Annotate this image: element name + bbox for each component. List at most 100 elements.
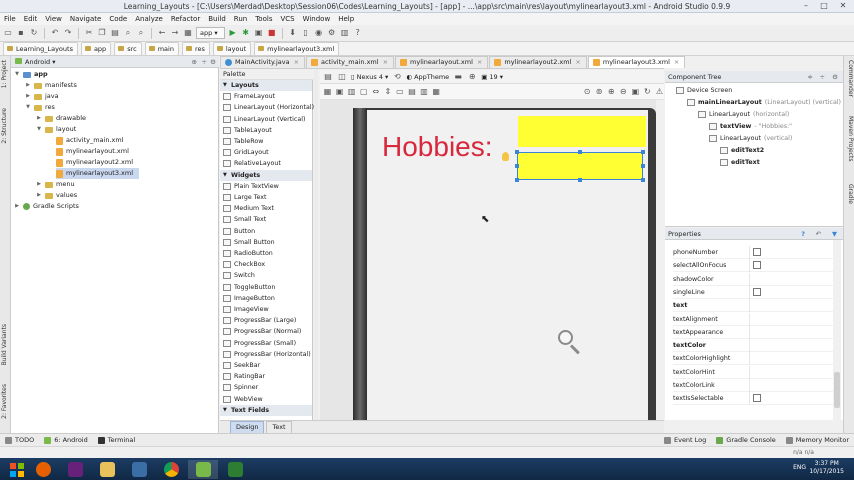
palette-item[interactable]: Small Text <box>223 214 266 225</box>
tree-item-values[interactable]: ▶ values <box>36 190 77 201</box>
close-button[interactable]: ✕ <box>835 1 851 12</box>
tree-item-mylinearlayout[interactable]: mylinearlayout.xml <box>56 146 129 157</box>
tab-design[interactable]: Design <box>230 420 265 434</box>
redo-icon[interactable]: ↷ <box>63 28 73 38</box>
system-clock[interactable]: 3:37 PM 10/17/2015 <box>809 460 844 476</box>
layout-toggle-icon[interactable]: ▦ <box>323 87 332 97</box>
zoom-actual-icon[interactable]: ⊚ <box>595 87 604 97</box>
close-tab-icon[interactable]: × <box>674 58 679 66</box>
palette-item[interactable]: TableRow <box>223 136 263 147</box>
taskbar-visual-studio[interactable] <box>60 460 90 479</box>
breadcrumb-item[interactable]: layout <box>212 41 252 56</box>
fill-width-icon[interactable]: ⇔ <box>371 87 380 97</box>
palette-item[interactable]: Large Text <box>223 192 266 203</box>
resize-handle[interactable] <box>578 178 582 182</box>
resize-handle[interactable] <box>515 178 519 182</box>
close-tab-icon[interactable]: × <box>575 58 580 66</box>
palette-category[interactable]: ▼ Widgets <box>220 169 312 181</box>
property-row[interactable]: textColor <box>673 339 833 353</box>
canvas-scrollbar[interactable] <box>656 100 664 420</box>
palette-item[interactable]: ImageView <box>223 304 269 315</box>
tree-item-res[interactable]: ▼ res <box>25 102 55 113</box>
property-row[interactable]: phoneNumber <box>673 246 833 259</box>
fill-height-icon[interactable]: ⇕ <box>383 87 392 97</box>
menu-build[interactable]: Build <box>204 13 230 25</box>
palette-item[interactable]: TableLayout <box>223 125 272 136</box>
tree-item-gradle-scripts[interactable]: ▶ Gradle Scripts <box>14 201 79 212</box>
structure-icon[interactable]: ▥ <box>340 28 350 38</box>
zoom-fit-icon[interactable]: ⊙ <box>583 87 592 97</box>
filter-icon[interactable]: ▼ <box>832 228 837 240</box>
tab-gradle[interactable]: Gradle <box>845 184 854 204</box>
taskbar-android-studio[interactable] <box>188 460 218 479</box>
tab-build-variants[interactable]: Build Variants <box>1 324 10 365</box>
palette-item[interactable]: ProgressBar (Normal) <box>223 326 301 337</box>
property-row[interactable]: textIsSelectable <box>673 392 833 406</box>
refresh-icon[interactable]: ↻ <box>643 87 652 97</box>
expand-arrow-icon[interactable]: ▶ <box>36 190 42 201</box>
menu-window[interactable]: Window <box>299 13 335 25</box>
menu-vcs[interactable]: VCS <box>276 13 298 25</box>
tab-favorites[interactable]: 2: Favorites <box>1 384 10 419</box>
device-select[interactable]: ▯ Nexus 4 ▾ <box>351 73 388 81</box>
tree-item-mylinearlayout3[interactable]: mylinearlayout3.xml <box>56 168 140 179</box>
align-icon[interactable]: ▥ <box>347 87 356 97</box>
menu-tools[interactable]: Tools <box>251 13 276 25</box>
breadcrumb-item[interactable]: src <box>114 41 142 56</box>
debug-icon[interactable]: ✱ <box>241 28 251 38</box>
component-tree-node[interactable]: Device Screen <box>676 85 735 96</box>
palette-item[interactable]: LinearLayout (Horizontal) <box>223 102 314 113</box>
menu-help[interactable]: Help <box>334 13 358 25</box>
sync-project-icon[interactable]: ⊕ <box>192 56 197 68</box>
property-row[interactable]: selectAllOnFocus <box>673 259 833 273</box>
tree-item-activity-main[interactable]: activity_main.xml <box>56 135 124 146</box>
property-checkbox[interactable] <box>753 287 761 296</box>
clear-weight-icon[interactable]: ▦ <box>432 87 441 97</box>
baseline-icon[interactable]: ▭ <box>395 87 404 97</box>
palette-item[interactable]: ImageButton <box>223 293 275 304</box>
taskbar-chrome[interactable] <box>156 460 186 479</box>
palette-item[interactable]: Medium Text <box>223 203 274 214</box>
breadcrumb-item[interactable]: res <box>181 41 210 56</box>
menu-refactor[interactable]: Refactor <box>167 13 204 25</box>
menu-analyze[interactable]: Analyze <box>131 13 167 25</box>
help-icon[interactable]: ? <box>801 228 805 240</box>
palette-item[interactable]: CheckBox <box>223 259 265 270</box>
palette-item[interactable]: Switch <box>223 270 255 281</box>
resize-handle[interactable] <box>515 150 519 154</box>
tool-event-log[interactable]: Event Log <box>659 436 711 444</box>
palette-item[interactable]: WebView <box>223 394 263 405</box>
stop-icon[interactable]: ■ <box>267 28 277 38</box>
edittext2-widget[interactable] <box>518 116 646 147</box>
component-tree-node[interactable]: LinearLayout (vertical) <box>709 133 792 144</box>
open-folder-icon[interactable]: ▭ <box>3 28 13 38</box>
paste-icon[interactable]: ▤ <box>110 28 120 38</box>
property-checkbox[interactable] <box>753 394 761 403</box>
avd-manager-icon[interactable]: ▯ <box>301 28 311 38</box>
tab-structure[interactable]: 2: Structure <box>1 108 10 144</box>
property-checkbox[interactable] <box>753 261 761 270</box>
properties-scroll-thumb[interactable] <box>834 372 840 408</box>
locale-icon[interactable]: ⊕ <box>467 72 477 82</box>
find-icon[interactable]: ⌕ <box>123 28 133 38</box>
palette-item[interactable]: ProgressBar (Small) <box>223 338 296 349</box>
editor-tab-mylinearlayout3[interactable]: mylinearlayout3.xml × <box>587 56 686 68</box>
breadcrumb-item[interactable]: app <box>80 41 112 56</box>
gravity-icon[interactable]: ▣ <box>335 87 344 97</box>
back-icon[interactable]: ← <box>157 28 167 38</box>
api-level-select[interactable]: ▣ 19 ▾ <box>481 73 503 81</box>
menu-edit[interactable]: Edit <box>20 13 42 25</box>
taskbar-camtasia[interactable] <box>220 460 250 479</box>
component-tree-node[interactable]: mainLinearLayout (LinearLayout) (vertical… <box>687 97 841 108</box>
theme-select[interactable]: ◐ AppTheme <box>406 73 449 81</box>
cut-icon[interactable]: ✂ <box>84 28 94 38</box>
editor-tab-mylinearlayout2[interactable]: mylinearlayout2.xml × <box>489 56 587 68</box>
menu-code[interactable]: Code <box>105 13 131 25</box>
palette-item[interactable]: RelativeLayout <box>223 158 281 169</box>
orientation-icon[interactable]: ◫ <box>337 72 347 82</box>
editor-tab-mainactivity[interactable]: MainActivity.java × <box>220 56 306 68</box>
expand-all-icon[interactable]: ≑ <box>808 71 813 83</box>
tool-gradle-console[interactable]: Gradle Console <box>711 436 781 444</box>
weight-icon[interactable]: ▥ <box>420 87 429 97</box>
tab-maven-projects[interactable]: Maven Projects <box>845 116 854 161</box>
